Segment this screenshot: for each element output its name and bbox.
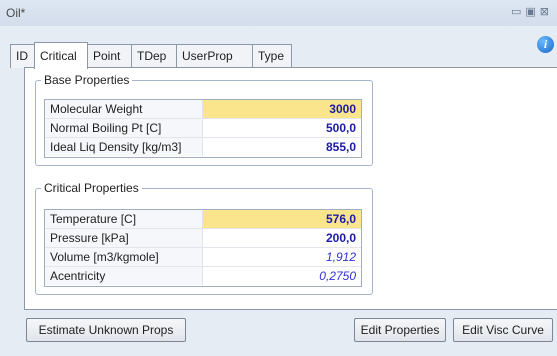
base-properties-group: Base Properties Molecular Weight 3000 No… bbox=[35, 73, 373, 166]
acentricity-value[interactable]: 0,2750 bbox=[203, 267, 361, 285]
pressure-value[interactable]: 200,0 bbox=[203, 229, 361, 247]
critical-properties-title: Critical Properties bbox=[41, 181, 142, 195]
table-row: Volume [m3/kgmole] 1,912 bbox=[45, 248, 361, 267]
table-row: Ideal Liq Density [kg/m3] 855,0 bbox=[45, 138, 361, 157]
tab-tdep[interactable]: TDep bbox=[131, 44, 177, 68]
ideal-liq-density-value[interactable]: 855,0 bbox=[203, 138, 361, 156]
table-row: Acentricity 0,2750 bbox=[45, 267, 361, 286]
critical-properties-group: Critical Properties Temperature [C] 576,… bbox=[35, 181, 373, 295]
edit-visc-curve-button[interactable]: Edit Visc Curve bbox=[453, 318, 553, 342]
base-properties-title: Base Properties bbox=[41, 73, 133, 87]
window-title: Oil* bbox=[6, 6, 26, 20]
row-label: Temperature [C] bbox=[45, 210, 203, 228]
table-row: Molecular Weight 3000 bbox=[45, 100, 361, 119]
oil-window: Oil* ▭▣⊠ ID Critical Point TDep UserProp… bbox=[0, 0, 557, 356]
title-bar: Oil* ▭▣⊠ bbox=[0, 0, 557, 26]
window-controls[interactable]: ▭▣⊠ bbox=[511, 5, 553, 18]
row-label: Molecular Weight bbox=[45, 100, 203, 118]
row-label: Ideal Liq Density [kg/m3] bbox=[45, 138, 203, 156]
tab-id[interactable]: ID bbox=[10, 44, 35, 68]
tab-type[interactable]: Type bbox=[252, 44, 292, 68]
edit-properties-button[interactable]: Edit Properties bbox=[354, 318, 446, 342]
tab-point[interactable]: Point bbox=[87, 44, 132, 68]
table-row: Normal Boiling Pt [C] 500,0 bbox=[45, 119, 361, 138]
table-row: Temperature [C] 576,0 bbox=[45, 210, 361, 229]
temperature-value[interactable]: 576,0 bbox=[203, 210, 361, 228]
table-row: Pressure [kPa] 200,0 bbox=[45, 229, 361, 248]
tab-userprop[interactable]: UserProp bbox=[176, 44, 253, 68]
row-label: Volume [m3/kgmole] bbox=[45, 248, 203, 266]
info-icon[interactable]: i bbox=[537, 36, 554, 53]
volume-value[interactable]: 1,912 bbox=[203, 248, 361, 266]
maximize-icon[interactable]: ▣ bbox=[525, 6, 539, 18]
critical-properties-grid: Temperature [C] 576,0 Pressure [kPa] 200… bbox=[44, 209, 362, 287]
molecular-weight-value[interactable]: 3000 bbox=[203, 100, 361, 118]
normal-boiling-pt-value[interactable]: 500,0 bbox=[203, 119, 361, 137]
base-properties-grid: Molecular Weight 3000 Normal Boiling Pt … bbox=[44, 99, 362, 158]
row-label: Normal Boiling Pt [C] bbox=[45, 119, 203, 137]
row-label: Pressure [kPa] bbox=[45, 229, 203, 247]
row-label: Acentricity bbox=[45, 267, 203, 285]
estimate-unknown-props-button[interactable]: Estimate Unknown Props bbox=[26, 318, 186, 342]
close-icon[interactable]: ⊠ bbox=[540, 6, 553, 18]
tab-critical[interactable]: Critical bbox=[34, 42, 88, 69]
minimize-icon[interactable]: ▭ bbox=[511, 6, 525, 18]
